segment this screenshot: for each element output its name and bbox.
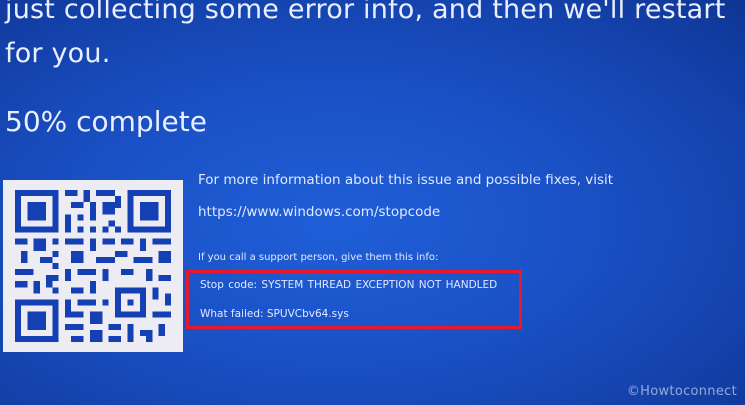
qr-code-icon bbox=[15, 190, 171, 342]
stopcode-url: https://www.windows.com/stopcode bbox=[198, 204, 441, 220]
qr-code bbox=[3, 180, 183, 352]
progress-percentage: 50% complete bbox=[5, 105, 207, 138]
error-message: just collecting some error info, and the… bbox=[5, 0, 726, 69]
watermark: ©Howtoconnect bbox=[626, 384, 737, 399]
more-info-text: For more information about this issue an… bbox=[198, 172, 614, 188]
support-info-text: If you call a support person, give them … bbox=[198, 252, 439, 263]
highlight-box bbox=[186, 270, 522, 329]
blue-screen-of-death: just collecting some error info, and the… bbox=[0, 0, 745, 405]
